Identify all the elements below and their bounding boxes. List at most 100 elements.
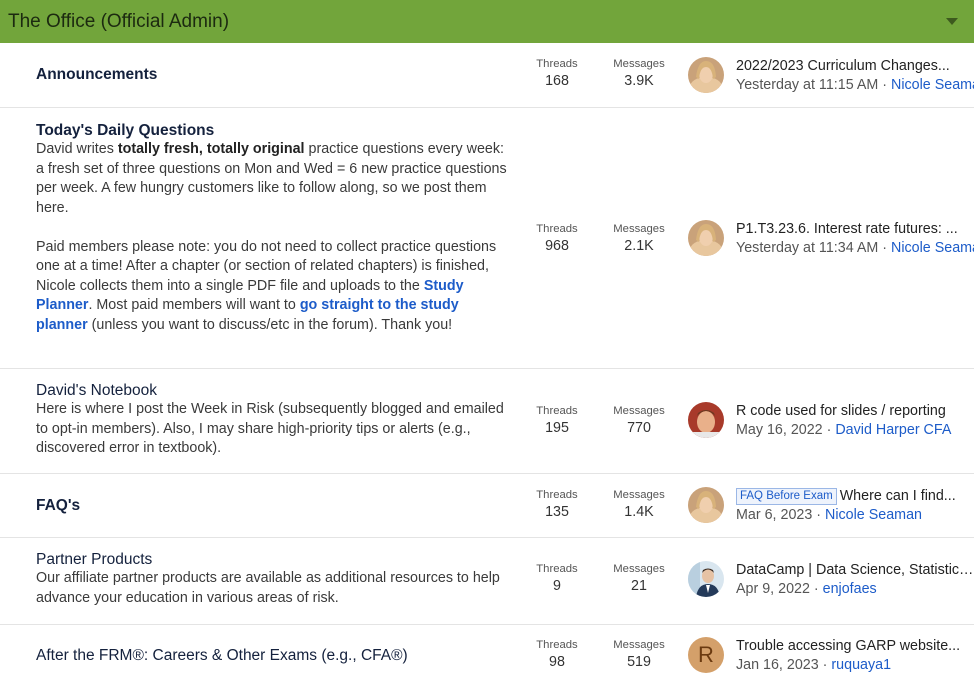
last-post-user[interactable]: Nicole Seaman bbox=[891, 77, 974, 93]
node-main: Today's Daily Questions David writes tot… bbox=[36, 122, 514, 335]
threads-label: Threads bbox=[536, 405, 578, 417]
messages-label: Messages bbox=[613, 405, 665, 417]
threads-count: 98 bbox=[549, 654, 565, 670]
last-thread-title[interactable]: DataCamp | Data Science, Statistics... bbox=[736, 561, 974, 580]
threads-stat: Threads 9 bbox=[522, 562, 592, 596]
node-main: David's Notebook Here is where I post th… bbox=[36, 382, 514, 459]
last-post-meta: Yesterday at 11:34 AM · Nicole Seaman bbox=[736, 239, 974, 258]
enjofaes-avatar[interactable] bbox=[688, 561, 724, 597]
last-post-meta: Yesterday at 11:15 AM · Nicole Seaman bbox=[736, 76, 974, 95]
threads-label: Threads bbox=[536, 639, 578, 651]
category-header: The Office (Official Admin) bbox=[0, 0, 974, 43]
last-post-date[interactable]: Yesterday at 11:34 AM bbox=[736, 240, 878, 256]
messages-count: 770 bbox=[627, 420, 651, 436]
node-title[interactable]: After the FRM®: Careers & Other Exams (e… bbox=[36, 647, 408, 664]
threads-stat: Threads 168 bbox=[522, 57, 592, 91]
last-post: R code used for slides / reporting May 1… bbox=[736, 402, 974, 440]
messages-label: Messages bbox=[613, 639, 665, 651]
last-thread-title[interactable]: P1.T3.23.6. Interest rate futures: ... bbox=[736, 220, 974, 239]
last-post-user[interactable]: Nicole Seaman bbox=[825, 507, 922, 523]
node-description: David writes totally fresh, totally orig… bbox=[36, 140, 514, 335]
threads-label: Threads bbox=[536, 58, 578, 70]
messages-label: Messages bbox=[613, 563, 665, 575]
last-post: P1.T3.23.6. Interest rate futures: ... Y… bbox=[736, 220, 974, 258]
description-paragraph: Paid members please note: you do not nee… bbox=[36, 238, 514, 336]
threads-count: 195 bbox=[545, 420, 569, 436]
messages-stat: Messages 1.4K bbox=[604, 488, 674, 522]
messages-count: 519 bbox=[627, 654, 651, 670]
last-post-meta: Apr 9, 2022 · enjofaes bbox=[736, 581, 877, 597]
messages-count: 3.9K bbox=[624, 73, 654, 89]
emphasis-text: totally fresh, totally original bbox=[117, 141, 305, 157]
forum-node-davids-notebook: David's Notebook Here is where I post th… bbox=[0, 369, 974, 474]
last-post: Trouble accessing GARP website... Jan 16… bbox=[736, 637, 974, 675]
node-title[interactable]: Announcements bbox=[36, 66, 157, 83]
user-letter-avatar[interactable]: R bbox=[688, 637, 724, 673]
threads-stat: Threads 195 bbox=[522, 404, 592, 438]
last-post-meta: May 16, 2022 · David Harper CFA bbox=[736, 422, 952, 438]
threads-count: 168 bbox=[545, 73, 569, 89]
last-post-meta: Mar 6, 2023 · Nicole Seaman bbox=[736, 507, 922, 523]
threads-stat: Threads 135 bbox=[522, 488, 592, 522]
last-thread-title[interactable]: Trouble accessing GARP website... bbox=[736, 637, 974, 656]
messages-count: 1.4K bbox=[624, 504, 654, 520]
last-post: 2022/2023 Curriculum Changes... Yesterda… bbox=[736, 57, 974, 95]
last-post-date[interactable]: Mar 6, 2023 bbox=[736, 507, 812, 523]
threads-count: 968 bbox=[545, 238, 569, 254]
last-post-user[interactable]: David Harper CFA bbox=[835, 422, 951, 438]
forum-node-announcements: Announcements Threads 168 Messages 3.9K … bbox=[0, 43, 974, 108]
threads-label: Threads bbox=[536, 223, 578, 235]
forum-node-faqs: FAQ's Threads 135 Messages 1.4K FAQ Befo… bbox=[0, 474, 974, 538]
david-avatar[interactable] bbox=[688, 402, 724, 438]
messages-count: 2.1K bbox=[624, 238, 654, 254]
threads-label: Threads bbox=[536, 563, 578, 575]
text-span: David writes bbox=[36, 141, 118, 157]
threads-stat: Threads 968 bbox=[522, 222, 592, 256]
messages-label: Messages bbox=[613, 489, 665, 501]
last-post-user[interactable]: ruquaya1 bbox=[831, 657, 891, 673]
last-thread-title[interactable]: 2022/2023 Curriculum Changes... bbox=[736, 57, 974, 76]
forum-node-partner-products: Partner Products Our affiliate partner p… bbox=[0, 538, 974, 625]
last-post-date[interactable]: May 16, 2022 bbox=[736, 422, 823, 438]
node-description: Here is where I post the Week in Risk (s… bbox=[36, 401, 504, 456]
last-post: DataCamp | Data Science, Statistics... A… bbox=[736, 561, 974, 599]
nicole-avatar[interactable] bbox=[688, 57, 724, 93]
chevron-down-icon[interactable] bbox=[946, 18, 958, 25]
node-title[interactable]: Partner Products bbox=[36, 551, 152, 568]
node-description: Our affiliate partner products are avail… bbox=[36, 570, 500, 606]
last-post-meta: Jan 16, 2023 · ruquaya1 bbox=[736, 657, 892, 673]
text-span: . Most paid members will want to bbox=[88, 297, 300, 313]
last-post-user[interactable]: enjofaes bbox=[823, 581, 877, 597]
node-title[interactable]: Today's Daily Questions bbox=[36, 122, 214, 139]
threads-stat: Threads 98 bbox=[522, 638, 592, 672]
threads-count: 9 bbox=[553, 578, 561, 594]
text-span: (unless you want to discuss/etc in the f… bbox=[87, 316, 453, 333]
last-thread-title-text[interactable]: Where can I find... bbox=[840, 488, 956, 504]
threads-label: Threads bbox=[536, 489, 578, 501]
messages-stat: Messages 3.9K bbox=[604, 57, 674, 91]
node-title[interactable]: FAQ's bbox=[36, 497, 80, 514]
last-post-date[interactable]: Apr 9, 2022 bbox=[736, 581, 810, 597]
last-post-user[interactable]: Nicole Seaman bbox=[891, 240, 974, 256]
messages-stat: Messages 770 bbox=[604, 404, 674, 438]
forum-node-daily-questions: Today's Daily Questions David writes tot… bbox=[0, 108, 974, 369]
messages-stat: Messages 519 bbox=[604, 638, 674, 672]
last-post-date[interactable]: Jan 16, 2023 bbox=[736, 657, 819, 673]
nicole-avatar[interactable] bbox=[688, 220, 724, 256]
thread-prefix-badge[interactable]: FAQ Before Exam bbox=[736, 488, 837, 505]
node-title[interactable]: David's Notebook bbox=[36, 382, 157, 399]
threads-count: 135 bbox=[545, 504, 569, 520]
messages-label: Messages bbox=[613, 223, 665, 235]
messages-label: Messages bbox=[613, 58, 665, 70]
node-main: After the FRM®: Careers & Other Exams (e… bbox=[36, 647, 514, 665]
last-thread-title[interactable]: R code used for slides / reporting bbox=[736, 402, 974, 421]
nicole-avatar[interactable] bbox=[688, 487, 724, 523]
node-main: FAQ's bbox=[36, 497, 514, 515]
last-thread-title[interactable]: FAQ Before Exam Where can I find... bbox=[736, 487, 974, 506]
forum-node-after-the-frm: After the FRM®: Careers & Other Exams (e… bbox=[0, 625, 974, 677]
last-post-date[interactable]: Yesterday at 11:15 AM bbox=[736, 77, 878, 93]
messages-count: 21 bbox=[631, 578, 647, 594]
category-title[interactable]: The Office (Official Admin) bbox=[8, 11, 229, 33]
messages-stat: Messages 21 bbox=[604, 562, 674, 596]
